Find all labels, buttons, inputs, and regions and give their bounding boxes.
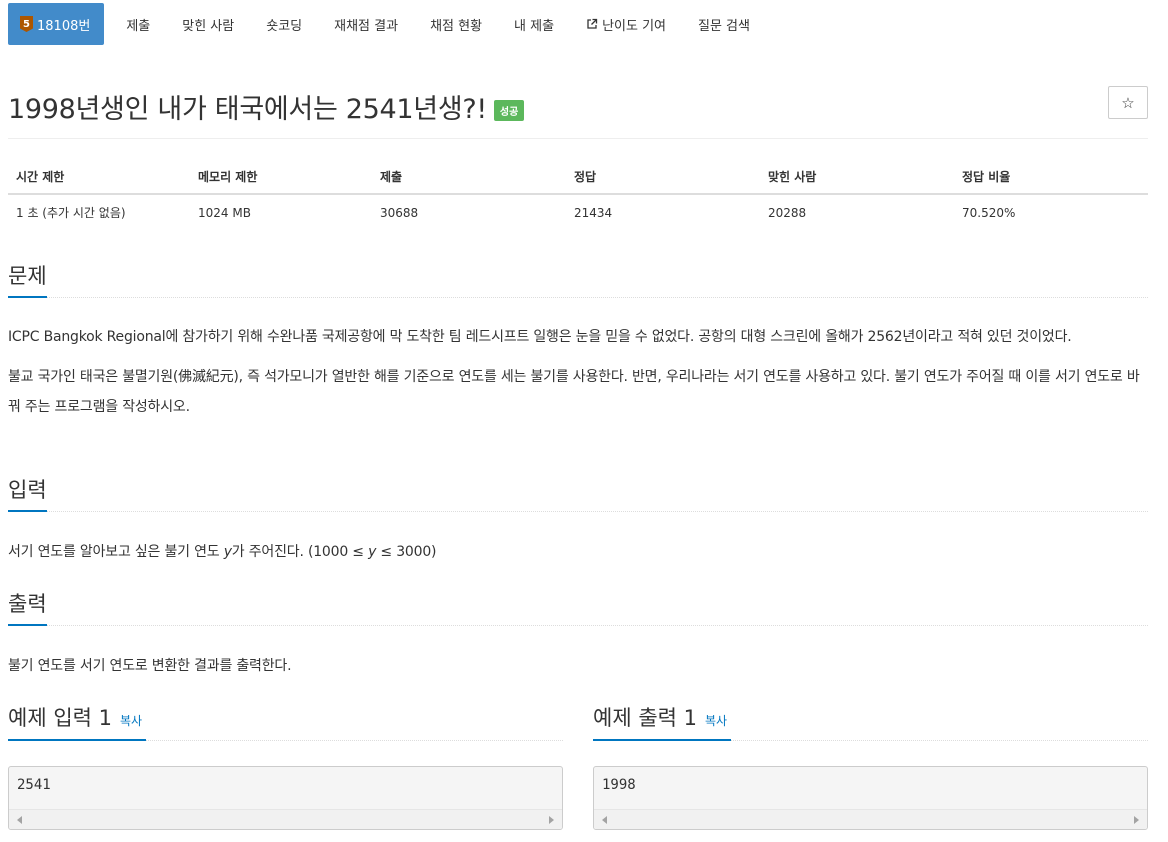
cell-memory-limit: 1024 MB	[198, 205, 251, 220]
problem-info-table: 시간 제한 메모리 제한 제출 정답 맞힌 사람 정답 비율 1 초 (추가 시…	[8, 160, 1148, 230]
copy-button[interactable]: 복사	[705, 707, 727, 735]
tab-difficulty-contrib-label: 난이도 기여	[602, 18, 666, 34]
tab-my-submissions[interactable]: 내 제출	[498, 3, 570, 45]
sample-output-box[interactable]: 1998	[593, 766, 1148, 830]
table-row: 1 초 (추가 시간 없음) 1024 MB 30688 21434 20288…	[8, 194, 1148, 230]
status-badge: 성공	[493, 99, 525, 121]
output-heading: 출력	[8, 590, 47, 626]
input-variable: y	[223, 544, 232, 560]
sample-input-heading-wrap: 예제 입력 1 복사	[8, 704, 563, 741]
tab-question-search[interactable]: 질문 검색	[682, 3, 766, 45]
page-title: 1998년생인 내가 태국에서는 2541년생?!	[8, 93, 487, 125]
header-time-limit: 시간 제한	[8, 160, 190, 195]
tab-status[interactable]: 채점 현황	[414, 3, 498, 45]
scroll-left-icon[interactable]	[602, 816, 607, 824]
scroll-left-icon[interactable]	[17, 816, 22, 824]
tab-rejudge-results-label: 재채점 결과	[334, 18, 399, 34]
star-icon: ☆	[1121, 93, 1135, 112]
tab-problem-label: 18108번	[37, 18, 91, 34]
tab-solved-users-label: 맞힌 사람	[182, 18, 235, 34]
output-description: 불기 연도를 서기 연도로 변환한 결과를 출력한다.	[8, 658, 292, 674]
tab-submit[interactable]: 제출	[110, 3, 166, 45]
header-submissions: 제출	[372, 160, 566, 195]
sample-input-title: 예제 입력 1	[8, 706, 112, 730]
cell-accept-ratio: 70.520%	[962, 205, 1016, 220]
sample-output-heading-wrap: 예제 출력 1 복사	[593, 704, 1148, 741]
output-heading-wrap: 출력	[8, 590, 1148, 626]
sample-input-box[interactable]: 2541	[8, 766, 563, 830]
input-text: 서기 연도를 알아보고 싶은 불기 연도	[8, 544, 224, 560]
input-text: ≤ 3000)	[376, 544, 437, 560]
cell-submissions: 30688	[380, 205, 419, 220]
horizontal-scrollbar[interactable]	[594, 809, 1147, 829]
cell-solved-users: 20288	[768, 205, 807, 220]
problem-heading-wrap: 문제	[8, 262, 1148, 298]
cell-accepted: 21434	[574, 205, 613, 220]
tab-status-label: 채점 현황	[430, 18, 483, 34]
problem-nav: 5 18108번 제출 맞힌 사람 숏코딩 재채점 결과 채점 현황 내 제출 …	[8, 3, 766, 45]
sample-output-title: 예제 출력 1	[593, 706, 697, 730]
input-description: 서기 연도를 알아보고 싶은 불기 연도 y가 주어진다. (1000 ≤ y …	[8, 537, 1148, 567]
table-header-row: 시간 제한 메모리 제한 제출 정답 맞힌 사람 정답 비율	[8, 160, 1148, 195]
sample-output-content: 1998	[602, 777, 636, 793]
header-accepted: 정답	[566, 160, 760, 195]
problem-section: 문제 ICPC Bangkok Regional에 참가하기 위해 수완나품 국…	[8, 262, 1148, 422]
sample-input-1: 예제 입력 1 복사 2541	[8, 704, 563, 830]
input-section: 입력 서기 연도를 알아보고 싶은 불기 연도 y가 주어진다. (1000 ≤…	[8, 476, 1148, 567]
problem-description: ICPC Bangkok Regional에 참가하기 위해 수완나품 국제공항…	[8, 322, 1148, 422]
input-heading-wrap: 입력	[8, 476, 1148, 512]
cell-time-limit: 1 초 (추가 시간 없음)	[16, 206, 126, 220]
input-text: 가 주어진다. (1000 ≤	[231, 544, 369, 560]
tab-submit-label: 제출	[126, 18, 151, 34]
header-solved-users: 맞힌 사람	[760, 160, 954, 195]
tab-difficulty-contrib[interactable]: 난이도 기여	[570, 3, 682, 45]
sample-input-content: 2541	[17, 777, 51, 793]
star-button[interactable]: ☆	[1108, 86, 1148, 119]
output-section: 출력 불기 연도를 서기 연도로 변환한 결과를 출력한다.	[8, 590, 1148, 681]
problem-paragraph: 불교 국가인 태국은 불멸기원(佛滅紀元), 즉 석가모니가 열반한 해를 기준…	[8, 369, 1140, 415]
sample-output-heading: 예제 출력 1 복사	[593, 704, 732, 741]
tab-problem[interactable]: 5 18108번	[8, 3, 105, 45]
horizontal-scrollbar[interactable]	[9, 809, 562, 829]
sample-output-1: 예제 출력 1 복사 1998	[593, 704, 1148, 830]
tab-rejudge-results[interactable]: 재채점 결과	[318, 3, 414, 45]
input-variable: y	[368, 544, 377, 560]
tab-short-coding[interactable]: 숏코딩	[250, 3, 318, 45]
tab-solved-users[interactable]: 맞힌 사람	[166, 3, 250, 45]
scroll-right-icon[interactable]	[1134, 816, 1139, 824]
sample-input-heading: 예제 입력 1 복사	[8, 704, 147, 741]
tab-short-coding-label: 숏코딩	[266, 18, 303, 34]
tab-question-search-label: 질문 검색	[698, 18, 750, 34]
tier-badge-icon: 5	[20, 16, 33, 32]
header-accept-ratio: 정답 비율	[954, 160, 1148, 195]
header-memory-limit: 메모리 제한	[190, 160, 372, 195]
problem-heading: 문제	[8, 262, 47, 298]
scroll-right-icon[interactable]	[549, 816, 554, 824]
title-divider	[8, 138, 1148, 139]
title-row: 1998년생인 내가 태국에서는 2541년생?! 성공 ☆	[8, 86, 1148, 126]
external-link-icon	[587, 18, 598, 29]
tab-my-submissions-label: 내 제출	[514, 18, 555, 34]
input-heading: 입력	[8, 476, 47, 512]
problem-paragraph: ICPC Bangkok Regional에 참가하기 위해 수완나품 국제공항…	[8, 329, 1072, 345]
copy-button[interactable]: 복사	[120, 707, 142, 735]
